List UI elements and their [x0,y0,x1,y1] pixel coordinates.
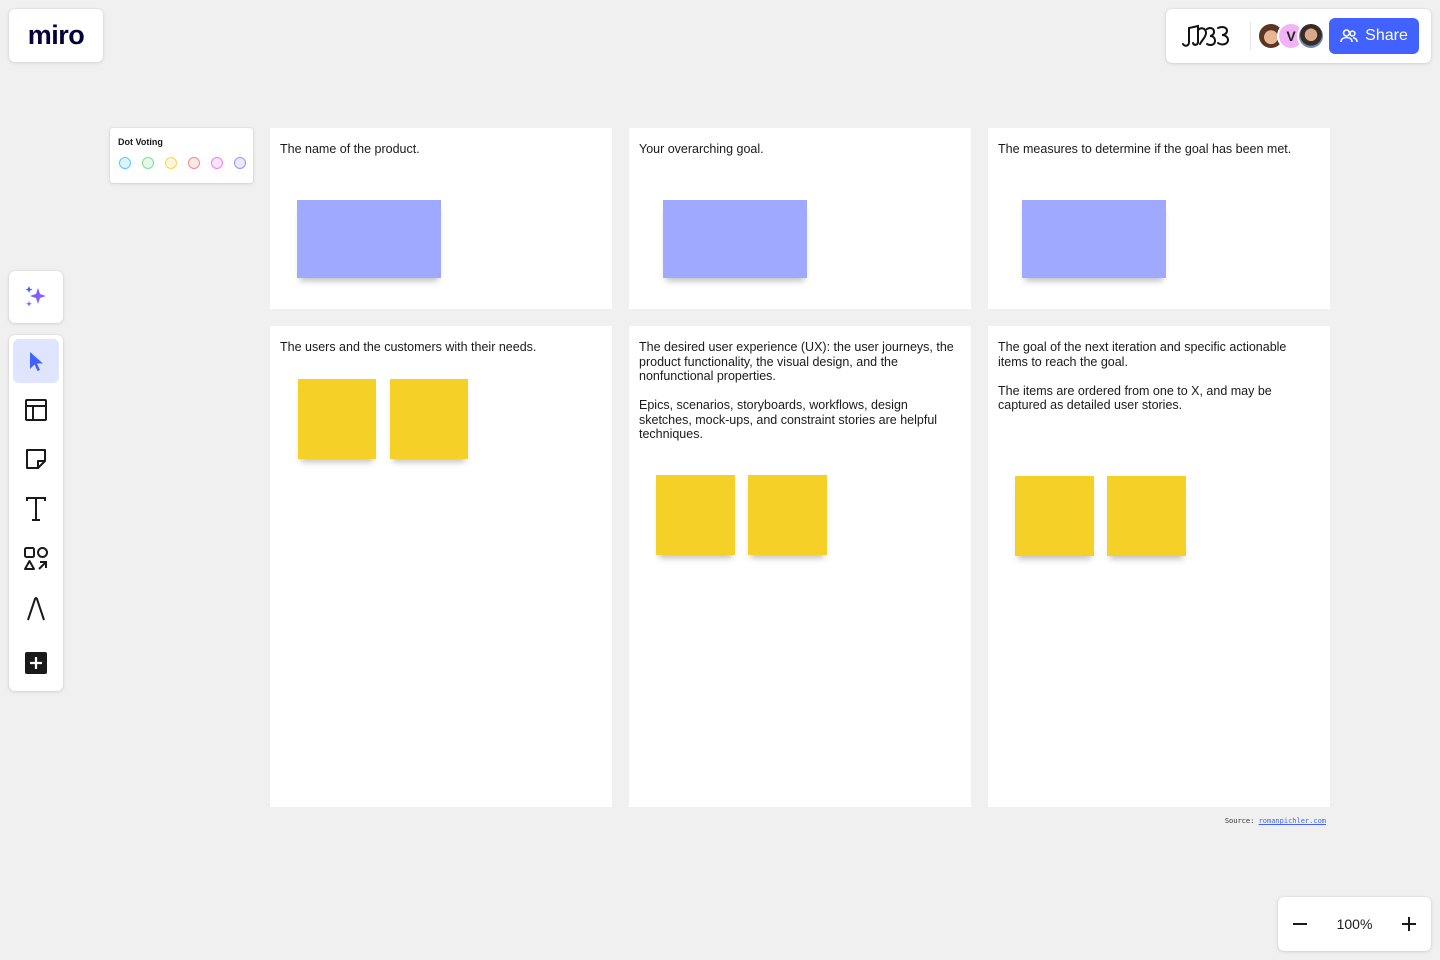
sticky-note[interactable] [1015,476,1094,556]
vote-dot[interactable] [188,157,200,169]
pen-tool[interactable] [13,587,59,631]
divider [1250,22,1251,50]
sticky-note[interactable] [390,379,468,459]
shapes-icon [24,547,48,570]
frame-measures[interactable]: The measures to determine if the goal ha… [988,128,1330,309]
board-signature-icon [1182,24,1230,47]
frame-description: The measures to determine if the goal ha… [998,142,1292,156]
sticky-note[interactable] [656,475,735,555]
frame-description: The users and the customers with their n… [280,340,537,354]
users-icon [1340,29,1358,43]
frame-goal[interactable]: Your overarching goal. [629,128,971,309]
frame-description: The name of the product. [280,142,420,156]
sticky-note[interactable] [297,200,441,278]
vote-dot[interactable] [234,157,246,169]
pen-icon [27,597,45,621]
frame-users[interactable]: The users and the customers with their n… [270,326,612,807]
vote-dot[interactable] [142,157,154,169]
minus-icon [1293,923,1307,925]
more-tools[interactable] [13,641,59,685]
select-tool[interactable] [13,339,59,383]
source-credit: Source: romanpichler.com [1225,817,1326,825]
frame-iteration[interactable]: The goal of the next iteration and speci… [988,326,1330,807]
share-label: Share [1365,27,1408,44]
sticky-note[interactable] [1022,200,1166,278]
plus-icon [1402,917,1416,931]
layout-icon [25,399,47,421]
text-tool[interactable] [13,487,59,531]
collaborator-avatars[interactable]: V [1257,22,1325,50]
zoom-in-button[interactable] [1387,902,1431,946]
sticky-note[interactable] [748,475,827,555]
vote-dot[interactable] [165,157,177,169]
vote-dot[interactable] [211,157,223,169]
shapes-tool[interactable] [13,537,59,581]
source-label: Source: [1224,817,1255,825]
templates-tool[interactable] [13,388,59,432]
sticky-note[interactable] [298,379,376,459]
text-icon [26,497,46,521]
plus-square-icon [25,652,47,674]
cursor-icon [30,352,43,371]
sparkles-icon[interactable] [23,284,49,310]
zoom-level[interactable]: 100% [1337,916,1373,932]
tools-toolbar [9,335,63,691]
frame-description: The goal of the next iteration and speci… [998,340,1287,412]
share-button[interactable]: Share [1329,18,1419,54]
vote-dot[interactable] [119,157,131,169]
frame-description: The desired user experience (UX): the us… [639,340,954,441]
sticky-note-icon [26,449,46,469]
frame-ux[interactable]: The desired user experience (UX): the us… [629,326,971,807]
dot-voting-title: Dot Voting [118,137,163,147]
frame-description: Your overarching goal. [639,142,764,156]
ai-assist-panel [9,271,63,323]
miro-logo: miro [27,20,85,50]
dot-voting-widget[interactable]: Dot Voting [110,128,253,183]
zoom-out-button[interactable] [1278,902,1322,946]
avatar[interactable] [1297,22,1325,50]
sticky-note-tool[interactable] [13,437,59,481]
collaboration-bar: V Share [1166,9,1431,63]
zoom-controls: 100% [1278,897,1431,951]
sticky-note[interactable] [1107,476,1186,556]
sticky-note[interactable] [663,200,807,278]
logo-panel[interactable]: miro [9,9,103,62]
source-link[interactable]: romanpichler.com [1259,817,1326,825]
frame-product-name[interactable]: The name of the product. [270,128,612,309]
